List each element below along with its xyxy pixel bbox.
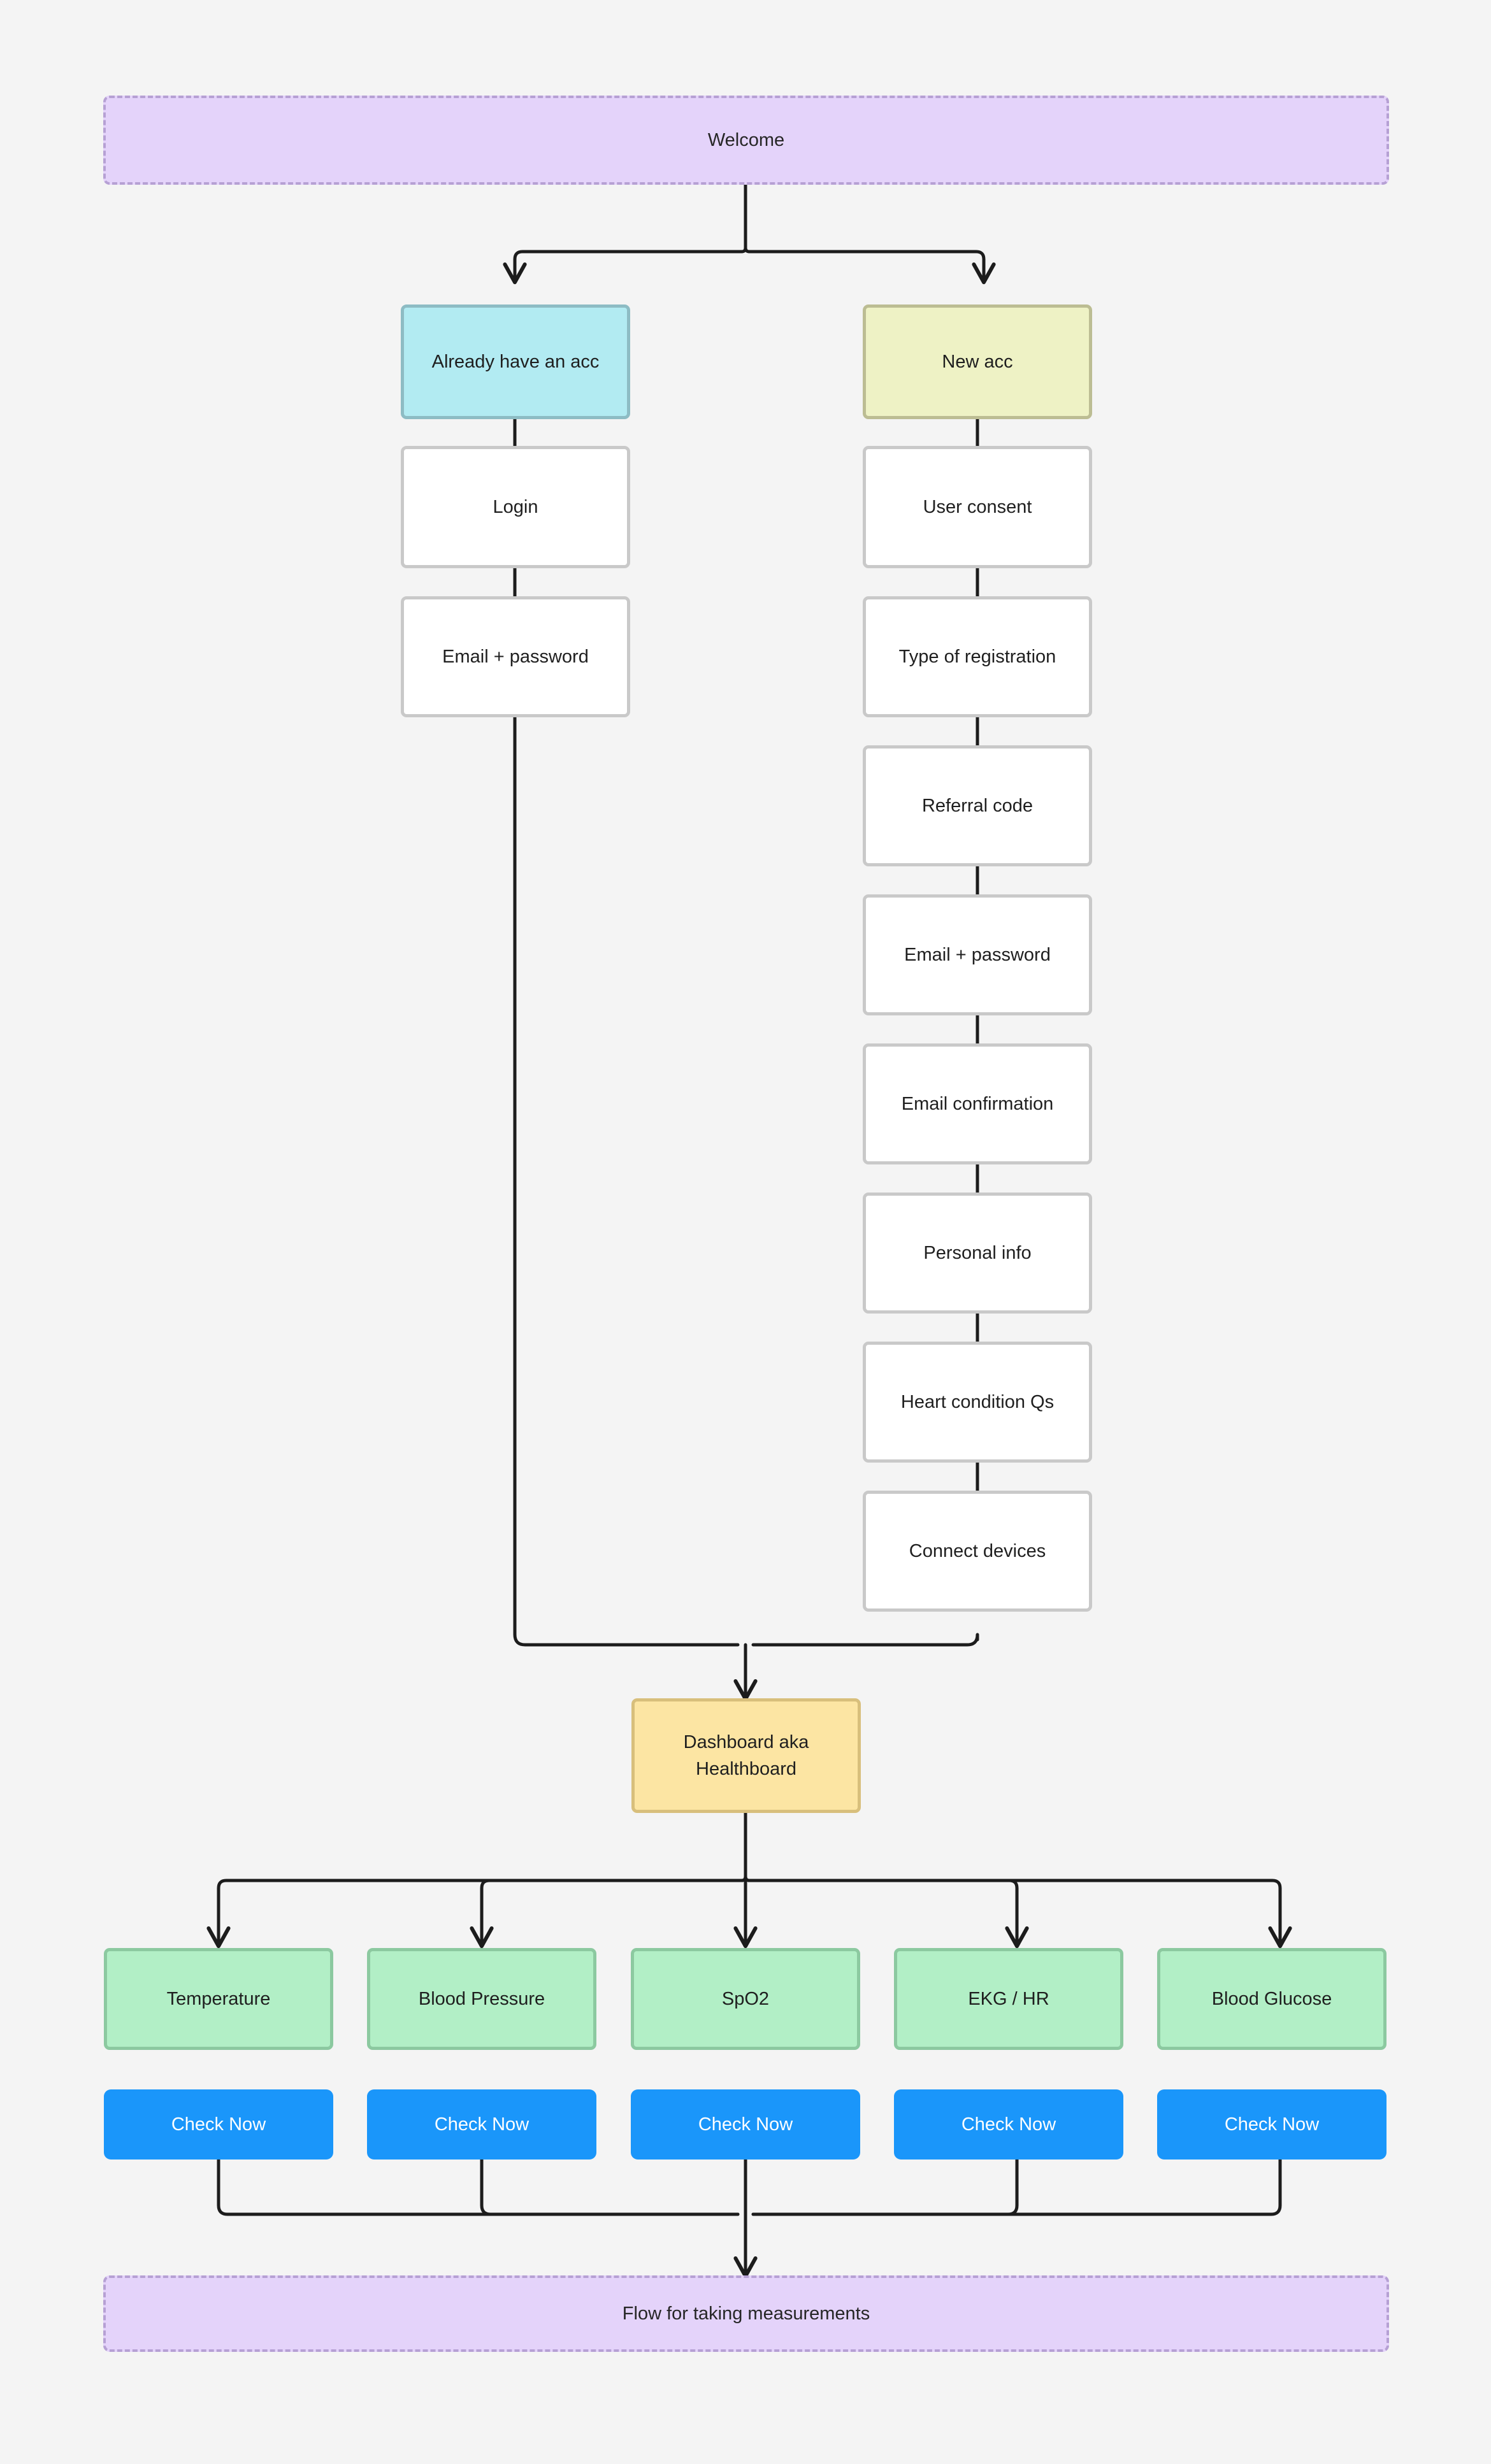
node-heart-condition-qs-label: Heart condition Qs [900,1391,1055,1412]
edge-split-left [503,246,747,285]
node-login-label: Login [493,496,538,517]
node-heart-condition-qs[interactable]: Heart condition Qs [863,1342,1092,1463]
node-login-email-password-label: Email + password [442,646,589,667]
node-metric-temperature-label: Temperature [166,1988,271,2009]
node-new-acc-label: New acc [942,351,1013,372]
edge-fanout-ekg-hr [744,1875,1029,1949]
edge-right-branch-to-merge [751,1633,979,1647]
node-signup-email-password[interactable]: Email + password [863,894,1092,1015]
node-metric-blood-pressure[interactable]: Blood Pressure [367,1948,596,2050]
edge-split-right [744,246,996,285]
edge-fanout-blood-glucose [744,1875,1292,1949]
node-dashboard-label: Dashboard aka Healthboard [683,1731,809,1779]
check-now-button-temperature[interactable]: Check Now [104,2089,333,2160]
node-email-confirmation-label: Email confirmation [901,1093,1054,1114]
node-flow-for-taking-measurements-label: Flow for taking measurements [622,2303,870,2324]
edge-ekg-hr-cta-to-merge [751,2158,1019,2216]
node-login-email-password[interactable]: Email + password [401,596,630,717]
node-new-acc[interactable]: New acc [863,304,1092,419]
node-metric-blood-pressure-label: Blood Pressure [418,1988,545,2009]
node-connect-devices-label: Connect devices [909,1540,1046,1561]
node-already-have-an-acc-label: Already have an acc [431,351,600,372]
edge-fanout-blood-pressure [470,1875,747,1949]
check-now-button-blood-pressure[interactable]: Check Now [367,2089,596,2160]
node-metric-spo2[interactable]: SpO2 [631,1948,860,2050]
node-flow-for-taking-measurements[interactable]: Flow for taking measurements [103,2275,1389,2352]
node-type-of-registration[interactable]: Type of registration [863,596,1092,717]
node-email-confirmation[interactable]: Email confirmation [863,1043,1092,1164]
edge-fanout-temperature [206,1875,747,1949]
check-now-button-ekg-hr[interactable]: Check Now [894,2089,1123,2160]
node-user-consent[interactable]: User consent [863,446,1092,568]
node-connect-devices[interactable]: Connect devices [863,1491,1092,1612]
node-metric-spo2-label: SpO2 [721,1988,770,2009]
check-now-button-spo2[interactable]: Check Now [631,2089,860,2160]
edge-blood-glucose-cta-to-merge [751,2158,1282,2216]
node-login[interactable]: Login [401,446,630,568]
edge-blood-pressure-cta-to-merge [480,2158,740,2216]
node-metric-blood-glucose[interactable]: Blood Glucose [1157,1948,1387,2050]
node-metric-ekg-hr-label: EKG / HR [968,1988,1049,2009]
edge-left-branch-to-merge [513,715,740,1647]
node-welcome-label: Welcome [707,129,785,150]
flowchart-canvas: Welcome Already have an acc New acc Logi… [0,0,1491,2464]
node-metric-blood-glucose-label: Blood Glucose [1211,1988,1332,2009]
node-metric-temperature[interactable]: Temperature [104,1948,333,2050]
node-welcome[interactable]: Welcome [103,96,1389,185]
node-personal-info[interactable]: Personal info [863,1193,1092,1314]
node-metric-ekg-hr[interactable]: EKG / HR [894,1948,1123,2050]
check-now-button-temperature-label: Check Now [171,2114,266,2135]
node-referral-code-label: Referral code [921,795,1034,816]
check-now-button-blood-glucose[interactable]: Check Now [1157,2089,1387,2160]
node-user-consent-label: User consent [923,496,1032,517]
check-now-button-blood-pressure-label: Check Now [434,2114,529,2135]
check-now-button-blood-glucose-label: Check Now [1224,2114,1320,2135]
node-already-have-an-acc[interactable]: Already have an acc [401,304,630,419]
node-signup-email-password-label: Email + password [904,944,1051,965]
node-dashboard[interactable]: Dashboard aka Healthboard [631,1698,861,1813]
check-now-button-spo2-label: Check Now [698,2114,793,2135]
edge-temperature-cta-to-merge [217,2158,740,2216]
check-now-button-ekg-hr-label: Check Now [961,2114,1056,2135]
node-referral-code[interactable]: Referral code [863,745,1092,866]
node-type-of-registration-label: Type of registration [898,646,1056,667]
node-personal-info-label: Personal info [923,1242,1032,1263]
